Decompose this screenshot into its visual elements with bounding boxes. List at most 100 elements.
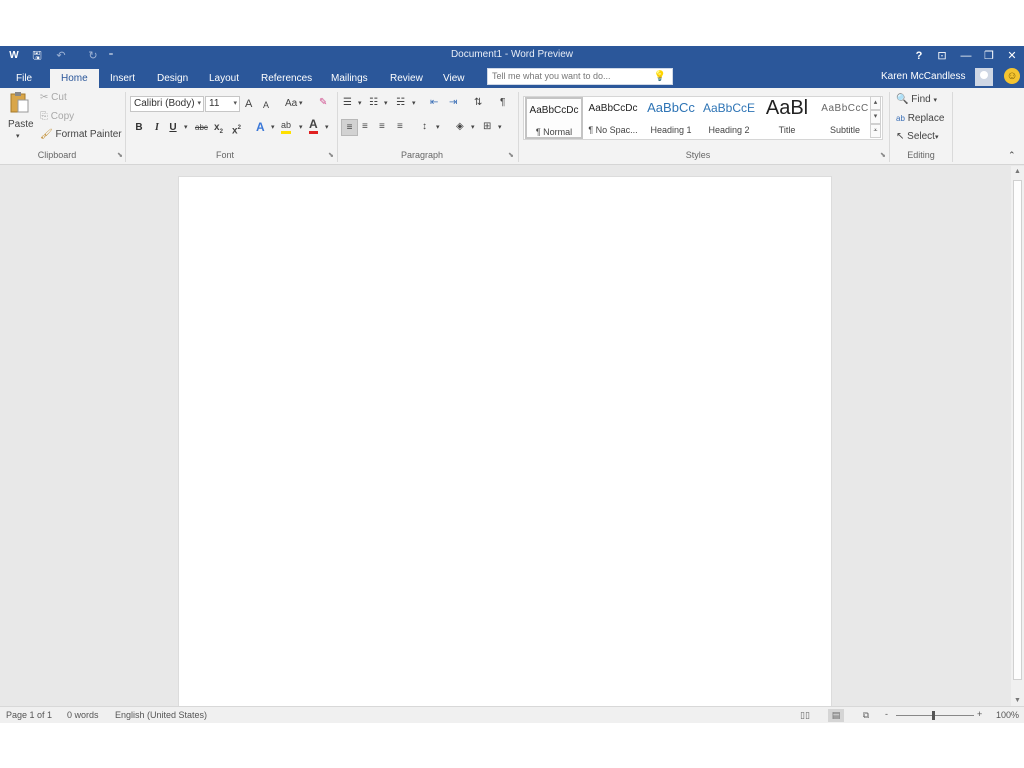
strikethrough-button[interactable]: abc bbox=[195, 121, 208, 135]
gallery-scroll-up-icon[interactable]: ▴ bbox=[870, 96, 881, 110]
chevron-down-icon[interactable]: ▾ bbox=[471, 121, 475, 135]
scroll-down-icon[interactable]: ▼ bbox=[1011, 697, 1024, 704]
multilevel-list-icon[interactable]: ☵ bbox=[396, 96, 405, 110]
chevron-down-icon[interactable]: ▾ bbox=[271, 121, 275, 135]
chevron-down-icon[interactable]: ▾ bbox=[412, 97, 416, 111]
document-page[interactable] bbox=[178, 176, 832, 706]
numbering-icon[interactable]: ☷ bbox=[369, 96, 378, 110]
style-heading-2[interactable]: AaBbCcE Heading 2 bbox=[700, 97, 758, 139]
tab-file[interactable]: File bbox=[12, 69, 36, 88]
restore-button[interactable]: ❐ bbox=[978, 47, 1000, 65]
styles-launcher-icon[interactable]: ⬊ bbox=[880, 151, 886, 159]
font-color-button[interactable]: A bbox=[309, 118, 318, 134]
bold-button[interactable]: B bbox=[132, 121, 146, 135]
italic-button[interactable]: I bbox=[150, 121, 164, 135]
sort-icon[interactable]: ⇅ bbox=[474, 96, 482, 110]
grow-font-button[interactable]: A bbox=[245, 97, 252, 111]
subscript-button[interactable]: x2 bbox=[214, 121, 223, 139]
increase-indent-icon[interactable]: ⇥ bbox=[449, 96, 457, 110]
avatar[interactable] bbox=[975, 68, 993, 86]
tell-me-search-input[interactable]: Tell me what you want to do... 💡 bbox=[487, 68, 673, 85]
read-mode-icon[interactable]: ▯▯ bbox=[797, 709, 813, 722]
feedback-smiley-icon[interactable]: ☺ bbox=[1004, 68, 1020, 84]
select-button[interactable]: ↖ Select▾ bbox=[896, 130, 938, 145]
tab-references[interactable]: References bbox=[257, 69, 316, 88]
scroll-up-icon[interactable]: ▲ bbox=[1011, 168, 1024, 175]
bullets-icon[interactable]: ☰ bbox=[343, 96, 352, 110]
font-size-dropdown[interactable]: 11 ▾ bbox=[205, 96, 240, 112]
font-name-dropdown[interactable]: Calibri (Body) ▾ bbox=[130, 96, 204, 112]
format-painter-button[interactable]: 🖌 Format Painter bbox=[40, 128, 122, 142]
chevron-down-icon[interactable]: ▾ bbox=[299, 97, 303, 111]
group-divider bbox=[125, 92, 126, 162]
paragraph-launcher-icon[interactable]: ⬊ bbox=[508, 151, 514, 159]
page-count[interactable]: Page 1 of 1 bbox=[6, 710, 52, 720]
align-left-icon[interactable]: ≡ bbox=[341, 119, 358, 136]
align-center-icon[interactable]: ≡ bbox=[362, 120, 368, 134]
cut-button[interactable]: ✂ Cut bbox=[40, 91, 67, 105]
font-launcher-icon[interactable]: ⬊ bbox=[328, 151, 334, 159]
justify-icon[interactable]: ≡ bbox=[397, 120, 403, 134]
align-right-icon[interactable]: ≡ bbox=[379, 120, 385, 134]
highlight-color-button[interactable]: ab bbox=[281, 119, 292, 134]
tab-mailings[interactable]: Mailings bbox=[327, 69, 372, 88]
chevron-down-icon[interactable]: ▾ bbox=[436, 121, 440, 135]
style-title[interactable]: AaBl Title bbox=[758, 97, 816, 139]
gallery-scroll-down-icon[interactable]: ▾ bbox=[870, 110, 881, 124]
collapse-ribbon-icon[interactable]: ⌃ bbox=[1008, 148, 1016, 162]
tab-view[interactable]: View bbox=[439, 69, 469, 88]
find-button[interactable]: 🔍 Find ▾ bbox=[896, 93, 937, 108]
vertical-scrollbar[interactable]: ▲ ▼ bbox=[1011, 166, 1024, 706]
help-button[interactable]: ? bbox=[908, 47, 930, 65]
chevron-down-icon[interactable]: ▾ bbox=[299, 121, 303, 135]
shading-icon[interactable]: ◈ bbox=[456, 120, 464, 134]
shrink-font-button[interactable]: A bbox=[263, 98, 269, 112]
line-spacing-icon[interactable]: ↕ bbox=[422, 120, 427, 134]
style-sample: AaBbCcC bbox=[821, 103, 869, 114]
close-button[interactable]: ✕ bbox=[1001, 47, 1023, 65]
decrease-indent-icon[interactable]: ⇤ bbox=[430, 96, 438, 110]
chevron-down-icon[interactable]: ▾ bbox=[184, 121, 188, 135]
word-count[interactable]: 0 words bbox=[67, 710, 99, 720]
scroll-thumb[interactable] bbox=[1013, 180, 1022, 680]
text-effects-button[interactable]: A bbox=[256, 120, 265, 134]
tab-review[interactable]: Review bbox=[386, 69, 427, 88]
replace-button[interactable]: ab Replace bbox=[896, 112, 944, 126]
underline-button[interactable]: U bbox=[166, 121, 180, 135]
zoom-out-button[interactable]: - bbox=[885, 709, 888, 719]
tab-home[interactable]: Home bbox=[50, 69, 99, 88]
chevron-down-icon[interactable]: ▾ bbox=[358, 97, 362, 111]
ribbon-display-options-button[interactable]: ⊡ bbox=[931, 47, 953, 65]
paste-dropdown-icon[interactable]: ▾ bbox=[16, 130, 20, 144]
gallery-more-icon[interactable]: ⩡ bbox=[870, 124, 881, 138]
paste-button[interactable]: Paste bbox=[8, 118, 34, 132]
style-subtitle[interactable]: AaBbCcC Subtitle bbox=[816, 97, 874, 139]
zoom-slider-thumb[interactable] bbox=[932, 711, 935, 720]
paste-icon[interactable] bbox=[8, 92, 32, 114]
clipboard-launcher-icon[interactable]: ⬊ bbox=[117, 151, 123, 159]
print-layout-icon[interactable]: ▤ bbox=[828, 709, 844, 722]
zoom-level[interactable]: 100% bbox=[996, 710, 1019, 720]
show-formatting-marks-button[interactable]: ¶ bbox=[500, 96, 505, 110]
chevron-down-icon[interactable]: ▾ bbox=[498, 121, 502, 135]
tab-insert[interactable]: Insert bbox=[106, 69, 139, 88]
style-normal[interactable]: AaBbCcDc ¶ Normal bbox=[525, 97, 583, 139]
superscript-button[interactable]: x2 bbox=[232, 121, 241, 138]
web-layout-icon[interactable]: ⧉ bbox=[858, 709, 874, 722]
minimize-button[interactable]: — bbox=[955, 47, 977, 65]
language-indicator[interactable]: English (United States) bbox=[115, 710, 207, 720]
user-name[interactable]: Karen McCandless bbox=[881, 71, 965, 82]
style-no-spacing[interactable]: AaBbCcDc ¶ No Spac... bbox=[584, 97, 642, 139]
style-heading-1[interactable]: AaBbCc Heading 1 bbox=[642, 97, 700, 139]
tab-design[interactable]: Design bbox=[153, 69, 192, 88]
chevron-down-icon[interactable]: ▾ bbox=[384, 97, 388, 111]
copy-button[interactable]: ⎘ Copy bbox=[40, 110, 74, 124]
tab-layout[interactable]: Layout bbox=[205, 69, 243, 88]
zoom-in-button[interactable]: + bbox=[977, 709, 982, 719]
status-bar: Page 1 of 1 0 words English (United Stat… bbox=[0, 706, 1024, 723]
clear-formatting-icon[interactable]: ✎ bbox=[319, 96, 327, 110]
change-case-button[interactable]: Aa bbox=[285, 97, 297, 111]
zoom-slider-track[interactable] bbox=[896, 715, 974, 716]
borders-icon[interactable]: ⊞ bbox=[483, 120, 491, 134]
chevron-down-icon[interactable]: ▾ bbox=[325, 121, 329, 135]
